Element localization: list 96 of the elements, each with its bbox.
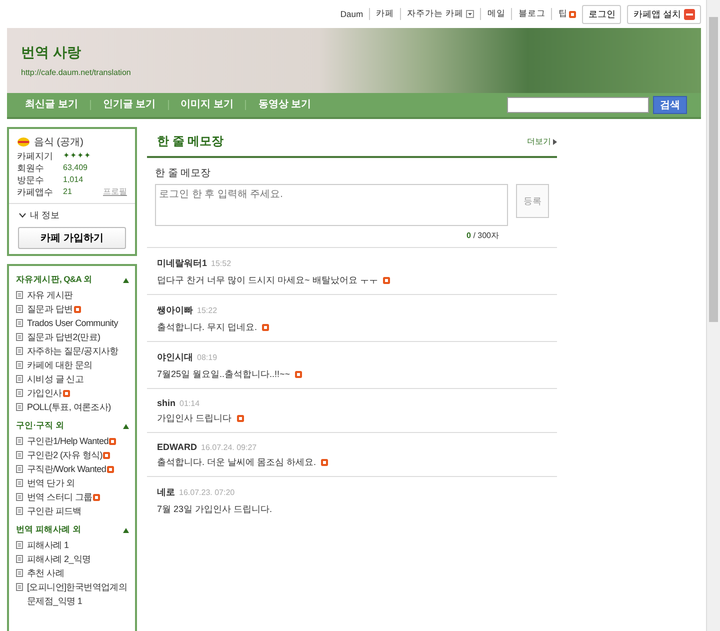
board-icon: [16, 333, 23, 341]
top-link[interactable]: 자주가는 카페: [407, 8, 474, 20]
author-name[interactable]: 미네랄워터1: [157, 257, 208, 270]
board-icon: [16, 403, 23, 411]
collapse-icon[interactable]: [123, 424, 129, 428]
app-install-button[interactable]: 카페앱 설치: [627, 4, 701, 24]
stat-label: 방문수: [17, 174, 45, 186]
board-icon: [16, 437, 23, 445]
board-icon: [16, 305, 23, 313]
char-count: 0 / 300자: [466, 230, 500, 241]
board-link[interactable]: 번역 스터디 그룹: [27, 490, 92, 504]
memo-text: 출석합니다. 무지 덥네요.: [157, 321, 258, 334]
timestamp: 08:19: [197, 353, 218, 362]
board-link[interactable]: 질문과 답변2(만료): [27, 330, 100, 344]
memo-label: 한 줄 메모장: [155, 167, 212, 180]
stat-label: 회원수: [17, 162, 45, 174]
timestamp: 16.07.24. 09:27: [201, 443, 257, 452]
board-link[interactable]: 구직란/Work Wanted: [27, 462, 106, 476]
board-icon: [16, 319, 23, 327]
stat-value: ✦✦✦✦: [63, 150, 92, 162]
author-name[interactable]: 네로: [157, 486, 175, 499]
memo-text: 덥다구 찬거 너무 많이 드시지 마세요~ 배탈났어요 ㅜㅜ: [157, 274, 378, 287]
board-link[interactable]: 번역 단가 외: [27, 476, 75, 490]
board-link[interactable]: [오피니언]한국번역업계의 문제점_익명 1: [27, 580, 129, 608]
more-link[interactable]: 더보기: [527, 136, 557, 147]
stat-label: 카페앱수: [17, 186, 54, 198]
top-link[interactable]: 블로그: [518, 8, 546, 20]
stat-value: 21: [63, 186, 73, 198]
board-link[interactable]: 자주하는 질문/공지사항: [27, 344, 118, 358]
board-icon: [16, 583, 23, 591]
timestamp: 15:52: [211, 259, 232, 268]
board-icon: [16, 361, 23, 369]
author-name[interactable]: EDWARD: [157, 442, 197, 452]
timestamp: 15:22: [197, 306, 218, 315]
chevron-icon: [19, 213, 26, 218]
board-icon: [16, 507, 23, 515]
search-button[interactable]: 검색: [653, 96, 687, 114]
collapse-icon[interactable]: [123, 278, 129, 282]
board-icon: [16, 291, 23, 299]
board-link[interactable]: 피해사례 2_익명: [27, 552, 91, 566]
memo-text: 7월 23일 가입인사 드립니다.: [157, 503, 272, 516]
app-icon: [684, 8, 695, 20]
memo-title: 한 줄 메모장: [157, 133, 224, 150]
board-icon: [16, 465, 23, 473]
board-icon: [16, 389, 23, 397]
board-link[interactable]: 자유 게시판: [27, 288, 73, 302]
login-button[interactable]: 로그인: [582, 4, 622, 24]
top-link[interactable]: Daum: [340, 9, 364, 19]
board-icon: [16, 479, 23, 487]
board-link[interactable]: 추천 사례: [27, 566, 64, 580]
cafe-title[interactable]: 번역 사랑: [21, 44, 81, 62]
timestamp: 16.07.23. 07:20: [179, 488, 235, 497]
cafe-url[interactable]: http://cafe.daum.net/translation: [21, 68, 131, 77]
author-name[interactable]: shin: [157, 398, 176, 408]
board-icon: [16, 493, 23, 501]
category-icon: [17, 136, 30, 148]
timestamp: 01:14: [180, 399, 200, 408]
search-field[interactable]: [507, 97, 649, 113]
play-icon: [553, 138, 557, 144]
board-link[interactable]: 카페에 대한 문의: [27, 358, 92, 372]
board-link[interactable]: 구인란2 (자유 형식): [27, 448, 102, 462]
menu-section-title[interactable]: 구인·구직 외: [16, 420, 64, 432]
stat-label: 카페지기: [17, 150, 54, 162]
board-icon: [16, 451, 23, 459]
board-icon: [16, 375, 23, 383]
board-link[interactable]: 시비성 글 신고: [27, 372, 84, 386]
author-name[interactable]: 쌩아이빠: [157, 304, 193, 317]
board-link[interactable]: 가입인사: [27, 386, 62, 400]
memo-text: 출석합니다. 더운 날씨에 몸조심 하세요.: [157, 456, 316, 469]
top-link[interactable]: 카페: [376, 8, 394, 20]
menu-section-title[interactable]: 번역 피해사례 외: [16, 524, 82, 536]
board-link[interactable]: 피해사례 1: [27, 538, 69, 552]
category-label: 음식 (공개): [34, 136, 84, 149]
board-link[interactable]: 구인란1/Help Wanted: [27, 434, 108, 448]
my-info-toggle[interactable]: 내 정보: [30, 209, 60, 222]
join-button[interactable]: 카페 가입하기: [18, 227, 126, 249]
board-link[interactable]: 구인란 피드백: [27, 504, 82, 518]
top-link[interactable]: 팁: [558, 8, 568, 20]
memo-input[interactable]: 로그인 한 후 입력해 주세요.: [155, 184, 508, 226]
scrollbar[interactable]: [706, 0, 720, 631]
board-icon: [16, 541, 23, 549]
top-link[interactable]: 메일: [487, 8, 506, 20]
board-link[interactable]: 질문과 답변: [27, 302, 73, 316]
board-icon: [16, 555, 23, 563]
board-icon: [16, 569, 23, 577]
collapse-icon[interactable]: [123, 528, 129, 532]
stat-value: 63,409: [63, 162, 88, 174]
board-link[interactable]: POLL(투표, 여론조사): [27, 400, 111, 414]
stat-value: 1,014: [63, 174, 84, 186]
memo-text: 7월25일 월요일..출석합니다..!!~~: [157, 368, 290, 381]
scroll-thumb[interactable]: [709, 17, 718, 322]
memo-text: 가입인사 드립니다: [157, 412, 232, 425]
author-name[interactable]: 야인시대: [157, 351, 193, 364]
menu-section-title[interactable]: 자유게시판, Q&A 외: [16, 274, 92, 286]
board-icon: [16, 347, 23, 355]
board-link[interactable]: Trados User Community: [27, 316, 118, 330]
